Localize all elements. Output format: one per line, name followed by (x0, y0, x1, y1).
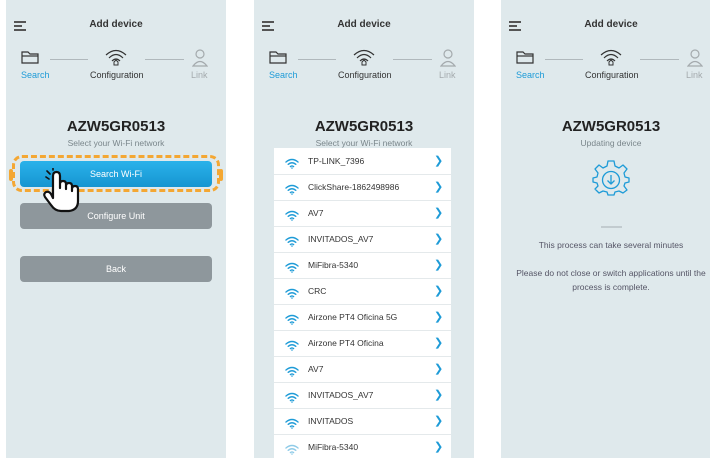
step-connector (145, 59, 184, 60)
step-connector (393, 59, 432, 60)
wifi-network-name: Airzone PT4 Oficina 5G (308, 312, 398, 322)
app-header: Add device (501, 0, 710, 50)
user-icon (687, 49, 703, 67)
page-title: Add device (89, 19, 143, 30)
user-icon (440, 49, 456, 67)
highlight-mark-left (9, 169, 13, 181)
step-link-label: Link (686, 70, 703, 80)
chevron-right-icon: ❯ (434, 181, 444, 193)
step-search-label: Search (269, 70, 298, 80)
wifi-icon (285, 442, 299, 458)
wifi-network-item[interactable]: AV7 ❯ (274, 200, 451, 227)
step-search-label: Search (516, 70, 545, 80)
chevron-right-icon: ❯ (434, 259, 444, 271)
step-configuration-label: Configuration (90, 70, 144, 80)
screen-updating: Add device Search Configuration Link AZW… (501, 0, 710, 458)
wifi-network-name: AV7 (308, 364, 324, 374)
wifi-network-name: INVITADOS_AV7 (308, 390, 374, 400)
chevron-right-icon: ❯ (434, 285, 444, 297)
info-duration-text: This process can take several minutes (538, 240, 684, 250)
screen-wifi-list: Add device Search Configuration Link AZW… (254, 0, 474, 458)
wifi-icon (285, 416, 299, 434)
wifi-icon (285, 208, 299, 226)
step-indicator: Search Configuration Link (254, 46, 474, 82)
wifi-network-name: Airzone PT4 Oficina (308, 338, 384, 348)
back-button[interactable]: Back (20, 256, 212, 282)
step-link-label: Link (439, 70, 456, 80)
wifi-network-item[interactable]: Airzone PT4 Oficina 5G ❯ (274, 304, 451, 331)
device-name: AZW5GR0513 (561, 118, 661, 135)
step-configuration-label: Configuration (338, 70, 392, 80)
wifi-icon (285, 390, 299, 408)
step-link-label: Link (191, 70, 208, 80)
router-wifi-icon (600, 49, 622, 66)
wifi-network-item[interactable]: TP-LINK_7396 ❯ (274, 148, 451, 175)
wifi-network-item[interactable]: MiFibra-5340 ❯ (274, 252, 451, 279)
app-header: Add device (6, 0, 226, 50)
wifi-network-name: MiFibra-5340 (308, 260, 359, 270)
step-connector (50, 59, 88, 60)
step-connector (545, 59, 583, 60)
screen-subtitle: Updating device (580, 138, 642, 148)
chevron-right-icon: ❯ (434, 155, 444, 167)
folder-icon (516, 51, 534, 64)
wifi-network-name: MiFibra-5340 (308, 442, 359, 452)
chevron-right-icon: ❯ (434, 415, 444, 427)
screen-search-wifi: Add device Search Configuration Link AZW… (6, 0, 226, 458)
wifi-network-name: INVITADOS (308, 416, 354, 426)
router-wifi-icon (105, 49, 127, 66)
info-warning-text: Please do not close or switch applicatio… (516, 268, 706, 292)
wifi-network-name: CRC (308, 286, 327, 296)
wifi-icon (285, 182, 299, 200)
wifi-network-name: INVITADOS_AV7 (308, 234, 374, 244)
step-indicator: Search Configuration Link (501, 46, 710, 82)
wifi-network-item[interactable]: INVITADOS_AV7 ❯ (274, 382, 451, 409)
chevron-right-icon: ❯ (434, 207, 444, 219)
folder-icon (21, 51, 39, 64)
chevron-right-icon: ❯ (434, 337, 444, 349)
device-name: AZW5GR0513 (66, 118, 166, 135)
wifi-icon (285, 338, 299, 356)
page-title: Add device (584, 19, 638, 30)
wifi-network-item[interactable]: Airzone PT4 Oficina ❯ (274, 330, 451, 357)
wifi-network-list[interactable]: TP-LINK_7396 ❯ ClickShare-1862498986 ❯ AV7 ❯ I… (274, 148, 451, 458)
wifi-icon (285, 234, 299, 252)
wifi-icon (285, 364, 299, 382)
wifi-network-item[interactable]: INVITADOS ❯ (274, 408, 451, 435)
chevron-right-icon: ❯ (434, 389, 444, 401)
highlight-mark-right (219, 169, 223, 181)
page-title: Add device (337, 19, 391, 30)
wifi-network-name: ClickShare-1862498986 (308, 182, 400, 192)
wifi-icon (285, 260, 299, 278)
user-icon (192, 49, 208, 67)
wifi-network-item[interactable]: AV7 ❯ (274, 356, 451, 383)
router-wifi-icon (353, 49, 375, 66)
wifi-icon (285, 286, 299, 304)
wifi-network-item[interactable]: ClickShare-1862498986 ❯ (274, 174, 451, 201)
wifi-icon (285, 312, 299, 330)
step-connector (640, 59, 679, 60)
progress-indicator (601, 226, 622, 228)
chevron-right-icon: ❯ (434, 233, 444, 245)
step-connector (298, 59, 336, 60)
chevron-right-icon: ❯ (434, 311, 444, 323)
wifi-network-item[interactable]: INVITADOS_AV7 ❯ (274, 226, 451, 253)
wifi-network-item[interactable]: MiFibra-5340 ❯ (274, 434, 451, 458)
device-name: AZW5GR0513 (314, 118, 414, 135)
chevron-right-icon: ❯ (434, 441, 444, 453)
folder-icon (269, 51, 287, 64)
step-search-label: Search (21, 70, 50, 80)
wifi-network-name: AV7 (308, 208, 324, 218)
wifi-network-name: TP-LINK_7396 (308, 156, 365, 166)
screen-subtitle: Select your Wi-Fi network (67, 138, 165, 148)
pointing-hand-icon (43, 168, 80, 213)
step-indicator: Search Configuration Link (6, 46, 226, 82)
wifi-network-item[interactable]: CRC ❯ (274, 278, 451, 305)
chevron-right-icon: ❯ (434, 363, 444, 375)
wifi-icon (285, 156, 299, 174)
app-header: Add device (254, 0, 474, 50)
gear-download-icon (592, 160, 630, 196)
step-configuration-label: Configuration (585, 70, 639, 80)
screen-subtitle: Select your Wi-Fi network (315, 138, 413, 148)
